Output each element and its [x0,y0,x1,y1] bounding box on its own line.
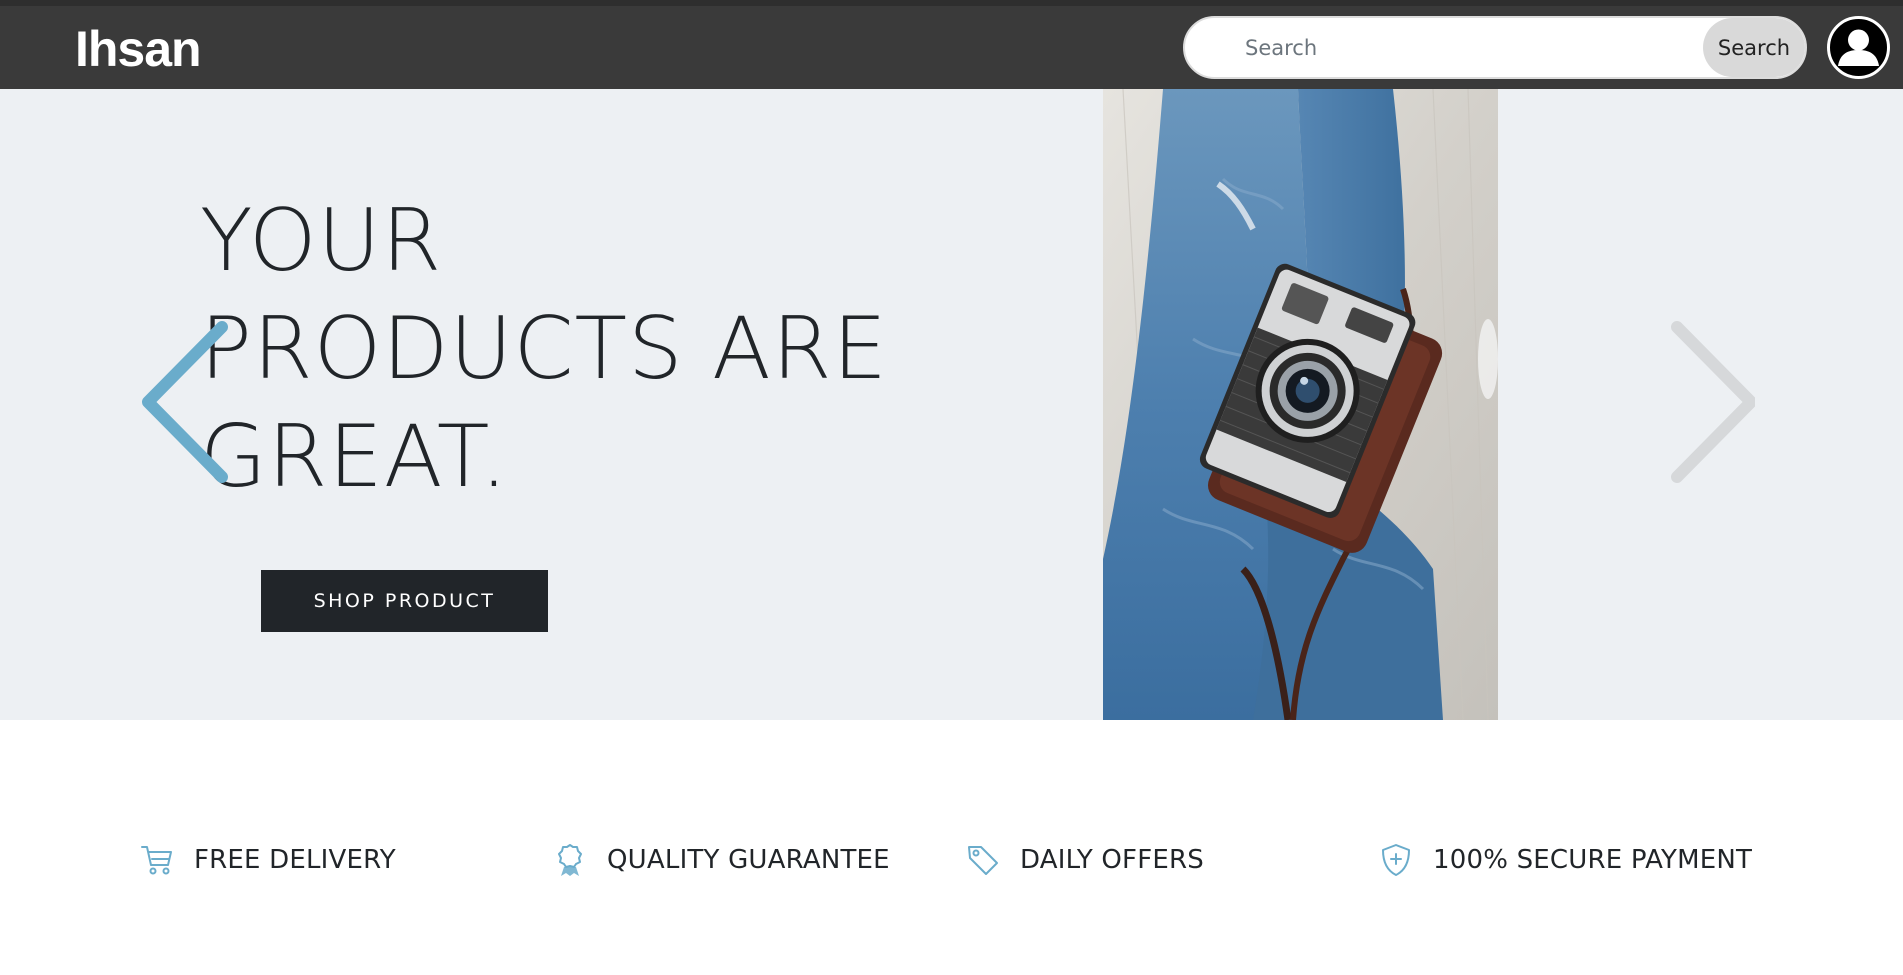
carousel-next-button[interactable] [1655,319,1757,489]
carousel-prev-button[interactable] [130,319,230,489]
user-icon [1838,29,1879,66]
chevron-left-icon [142,321,228,483]
chevron-right-icon [1671,321,1757,483]
top-navbar: Ihsan Search [0,0,1903,89]
shop-product-button[interactable]: SHOP PRODUCT [261,570,548,632]
feature-label: 100% SECURE PAYMENT [1433,845,1753,875]
hero-carousel: YOUR PRODUCTS ARE GREAT. SHOP PRODUCT [0,89,1903,720]
feature-free-delivery: FREE DELIVERY [140,840,396,880]
hero-title-line: GREAT. [200,407,509,507]
feature-secure-payment: 100% SECURE PAYMENT [1379,840,1752,880]
feature-daily-offers: DAILY OFFERS [966,840,1204,880]
feature-label: DAILY OFFERS [1020,845,1204,875]
brand-logo[interactable]: Ihsan [75,20,202,78]
feature-quality-guarantee: QUALITY GUARANTEE [553,840,890,880]
search-input[interactable] [1185,18,1705,77]
cart-icon [141,846,172,875]
user-avatar[interactable] [1827,16,1890,79]
search-form: Search [1183,16,1807,79]
award-icon [558,844,582,876]
search-button[interactable]: Search [1703,18,1805,77]
hero-title-line: PRODUCTS ARE [200,299,888,399]
feature-label: QUALITY GUARANTEE [607,845,890,875]
hero-title-line: YOUR [200,191,443,291]
feature-label: FREE DELIVERY [194,845,396,875]
camera-on-jeans-photo [1103,89,1498,720]
features-strip: FREE DELIVERY QUALITY GUARANTEE DAILY OF… [0,720,1903,975]
tag-icon [968,846,998,875]
hero-product-image [1103,89,1498,720]
hero-title: YOUR PRODUCTS ARE GREAT. [200,187,900,511]
shield-icon [1382,844,1410,876]
